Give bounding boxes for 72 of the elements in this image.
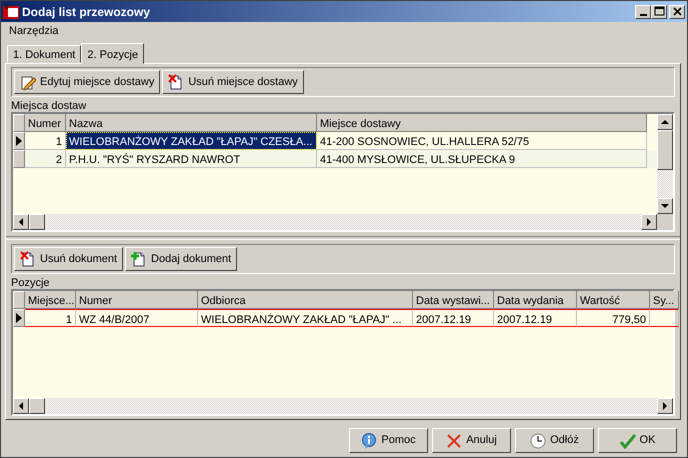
toolbar-button[interactable]: Dodaj dokument — [125, 247, 238, 271]
table-cell: WIELOBRANŻOWY ZAKŁAD "ŁAPAJ" CZESŁA... — [66, 132, 317, 150]
table-cell: WZ 44/B/2007 — [76, 309, 198, 327]
scroll-thumb[interactable] — [29, 214, 45, 230]
scroll-thumb[interactable] — [29, 398, 45, 414]
table-cell: 2007.12.19 — [494, 309, 577, 327]
dialog-button[interactable]: Anuluj — [432, 428, 511, 453]
group-label: Miejsca dostaw — [11, 100, 88, 112]
empty-cell — [650, 309, 679, 327]
column-header[interactable]: Odbiorca — [198, 291, 413, 309]
left-arrow-icon — [17, 401, 25, 411]
maximize-button[interactable] — [651, 4, 667, 18]
table-cell: 1 — [25, 309, 76, 327]
toolbar-button[interactable]: Usuń dokument — [14, 247, 124, 271]
close-icon — [671, 6, 683, 17]
window-title: Dodaj list przewozowy — [22, 4, 152, 20]
current-row-icon — [15, 312, 23, 324]
left-arrow-icon — [17, 217, 25, 227]
row-indicator — [13, 291, 25, 309]
table-cell: 41-400 MYSŁOWICE, UL.SŁUPECKA 9 — [317, 150, 647, 168]
toolbar-button[interactable]: Usuń miejsce dostawy — [162, 70, 304, 94]
table-cell: 2 — [25, 150, 66, 168]
table-cell: P.H.U. "RYŚ" RYSZARD NAWROT — [66, 150, 317, 168]
app-logo-icon — [3, 4, 19, 20]
cross-icon — [446, 432, 462, 448]
right-arrow-icon — [661, 401, 669, 411]
dialog-button[interactable]: Odłóż — [515, 428, 594, 453]
minimize-button[interactable] — [635, 4, 651, 18]
row-indicator — [13, 114, 25, 132]
down-arrow-icon — [660, 202, 670, 210]
scroll-left-button[interactable] — [13, 214, 29, 230]
clock-icon — [530, 432, 546, 448]
close-button[interactable] — [669, 4, 685, 18]
column-header[interactable]: Miejsce dostawy — [317, 114, 647, 132]
toolbar-button[interactable]: Edytuj miejsce dostawy — [14, 70, 160, 94]
maximize-icon — [653, 6, 665, 17]
document-delete-icon — [20, 251, 36, 267]
scroll-thumb[interactable] — [657, 130, 673, 170]
table-cell: 779,50 — [577, 309, 650, 327]
current-row-icon — [15, 135, 23, 147]
scroll-down-button[interactable] — [657, 198, 673, 214]
scroll-right-button[interactable] — [641, 214, 657, 230]
table-cell: 2007.12.19 — [413, 309, 494, 327]
up-arrow-icon — [660, 118, 670, 126]
row-indicator[interactable] — [13, 132, 25, 150]
column-header[interactable]: Numer — [76, 291, 198, 309]
menu-item[interactable]: Narzędzia — [9, 22, 59, 40]
column-header[interactable]: Numer — [25, 114, 66, 132]
column-header[interactable]: Sy... — [650, 291, 679, 309]
column-header[interactable]: Wartość — [577, 291, 650, 309]
scrollbar-corner — [657, 214, 673, 230]
tab[interactable]: 1. Dokument — [7, 45, 82, 63]
checkmark-icon — [620, 432, 636, 448]
scroll-up-button[interactable] — [657, 114, 673, 130]
pencil-note-icon — [20, 74, 36, 90]
row-indicator[interactable] — [13, 309, 25, 327]
document-add-icon — [131, 251, 148, 267]
column-header[interactable]: Data wystawi... — [413, 291, 494, 309]
column-header[interactable]: Miejsce... — [25, 291, 76, 309]
group-label: Pozycje — [11, 277, 51, 289]
scroll-right-button[interactable] — [657, 398, 673, 414]
info-icon — [361, 432, 378, 448]
right-arrow-icon — [645, 217, 653, 227]
table-cell: WIELOBRANŻOWY ZAKŁAD "ŁAPAJ" ... — [198, 309, 413, 327]
minimize-icon — [640, 14, 646, 16]
dialog-button[interactable]: OK — [598, 428, 677, 453]
scroll-left-button[interactable] — [13, 398, 29, 414]
column-header[interactable]: Nazwa — [66, 114, 317, 132]
column-header[interactable]: Data wydania — [494, 291, 577, 309]
dialog-button[interactable]: Pomoc — [349, 428, 428, 453]
document-delete-icon — [168, 74, 184, 90]
tab[interactable]: 2. Pozycje — [81, 43, 144, 64]
